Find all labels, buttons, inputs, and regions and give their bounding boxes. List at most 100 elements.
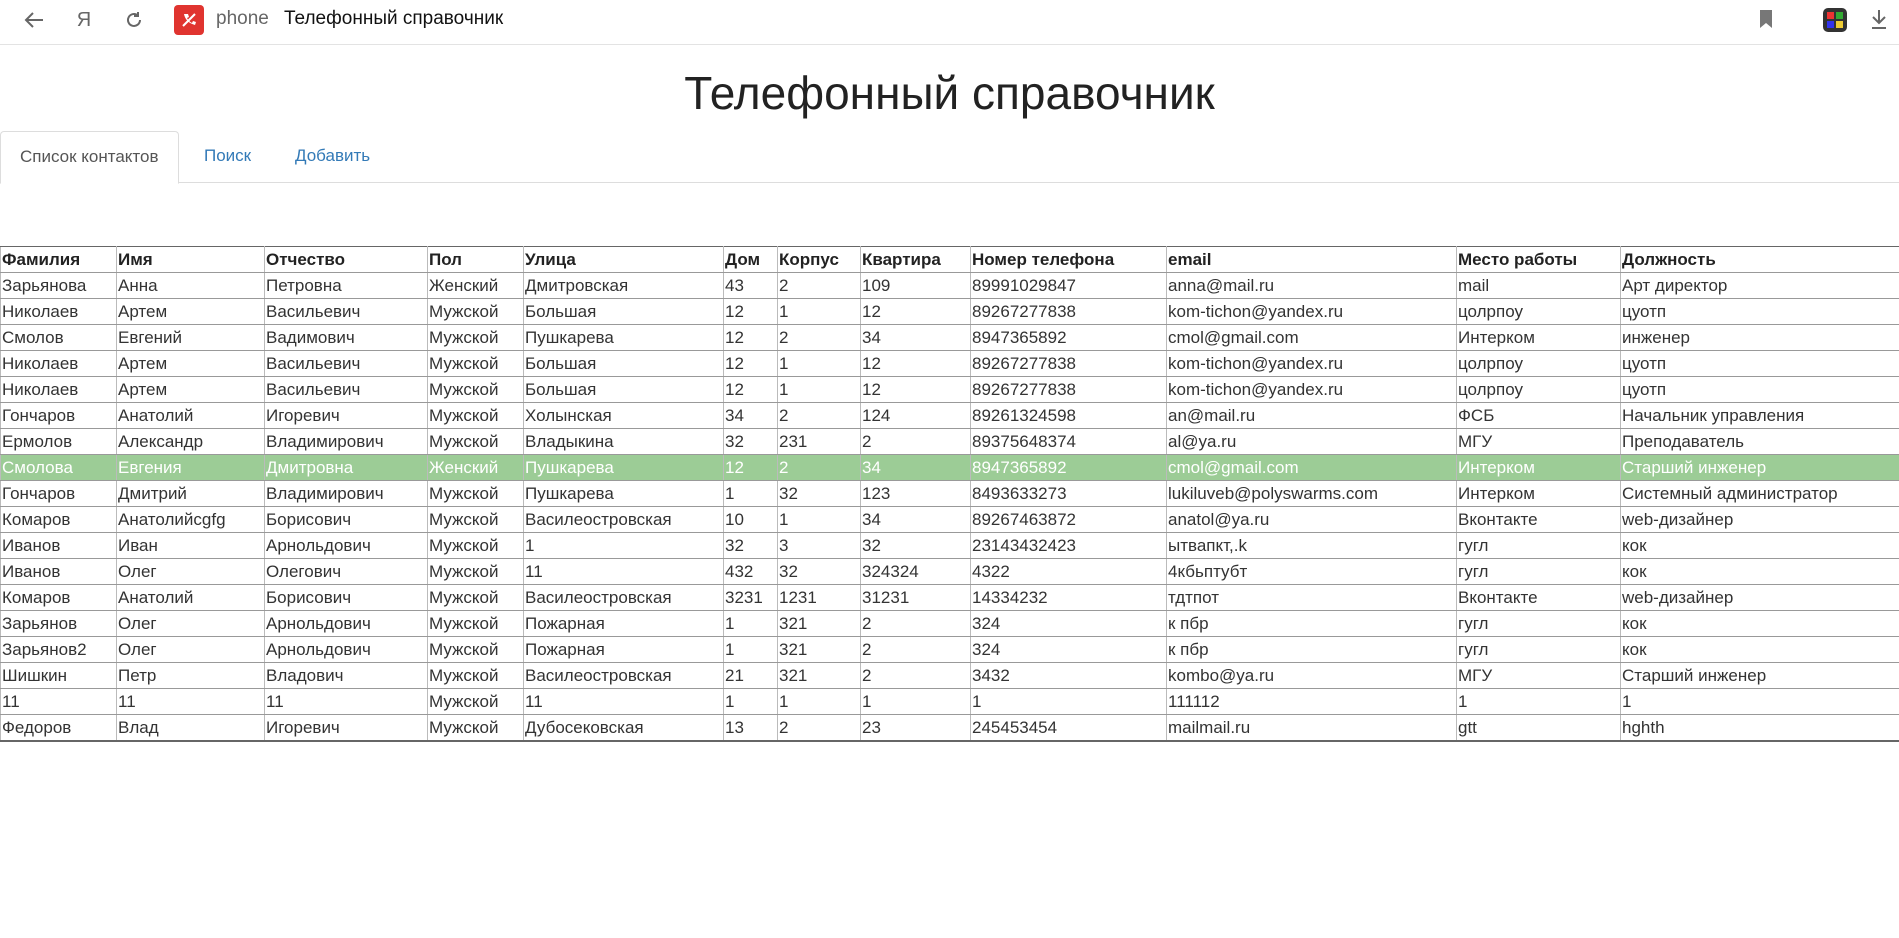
table-row[interactable]: Шишкин Петр Владович Мужской Василеостровска… xyxy=(0,662,1899,689)
table-row[interactable]: Смолова Евгения Дмитровна Женский Пушкарева 1… xyxy=(0,454,1899,481)
table-body: Зарьянова Анна Петровна Женский Дмитровская 4… xyxy=(0,272,1899,742)
cell-gender: Мужской xyxy=(427,506,524,533)
cell-gender: Мужской xyxy=(427,428,524,455)
cell-last-name: Иванов xyxy=(0,558,117,585)
cell-last-name: Шишкин xyxy=(0,662,117,689)
table-row[interactable]: Комаров Анатолий Борисович Мужской Василеост… xyxy=(0,584,1899,611)
cell-street: Пушкарева xyxy=(523,480,724,507)
tab-search[interactable]: Поиск xyxy=(185,131,270,183)
column-header-apartment: Квартира xyxy=(860,246,971,273)
table-row[interactable]: Зарьянов Олег Арнольдович Мужской Пожарная 1 3… xyxy=(0,610,1899,637)
yandex-logo-icon: Я xyxy=(76,8,92,31)
cell-email: anna@mail.ru xyxy=(1166,272,1457,299)
cell-patronymic: Васильевич xyxy=(264,298,428,325)
bookmark-icon[interactable] xyxy=(1758,9,1774,34)
cell-house: 12 xyxy=(723,298,778,325)
cell-gender: Мужской xyxy=(427,714,524,742)
cell-building: 1 xyxy=(777,506,861,533)
cell-email: mailmail.ru xyxy=(1166,714,1457,742)
cell-patronymic: Олегович xyxy=(264,558,428,585)
table-row[interactable]: Гончаров Анатолий Игоревич Мужской Холынская… xyxy=(0,402,1899,429)
table-row[interactable]: 11 11 11 Мужской 11 1 1 1 1 111112 1 1 xyxy=(0,688,1899,715)
cell-building: 1231 xyxy=(777,584,861,611)
cell-workplace: гугл xyxy=(1456,558,1621,585)
cell-building: 3 xyxy=(777,532,861,559)
cell-apartment: 31231 xyxy=(860,584,971,611)
table-row[interactable]: Николаев Артем Васильевич Мужской Большая 12 1… xyxy=(0,350,1899,377)
cell-position: инженер xyxy=(1620,324,1899,351)
cell-patronymic: 11 xyxy=(264,688,428,715)
cell-building: 1 xyxy=(777,376,861,403)
cell-email: тдтпот xyxy=(1166,584,1457,611)
cell-email: kom-tichon@yandex.ru xyxy=(1166,298,1457,325)
cell-apartment: 2 xyxy=(860,662,971,689)
cell-last-name: Федоров xyxy=(0,714,117,742)
back-button[interactable] xyxy=(14,0,54,40)
cell-apartment: 109 xyxy=(860,272,971,299)
cell-first-name: Александр xyxy=(116,428,265,455)
cell-phone: 89267463872 xyxy=(970,506,1167,533)
cell-last-name: Николаев xyxy=(0,350,117,377)
cell-house: 1 xyxy=(723,636,778,663)
cell-building: 2 xyxy=(777,324,861,351)
cell-patronymic: Игоревич xyxy=(264,402,428,429)
cell-house: 12 xyxy=(723,454,778,481)
cell-first-name: Анатолий xyxy=(116,584,265,611)
cell-gender: Мужской xyxy=(427,584,524,611)
table-row[interactable]: Смолов Евгений Вадимович Мужской Пушкарева 12… xyxy=(0,324,1899,351)
download-icon[interactable] xyxy=(1870,9,1888,34)
cell-apartment: 34 xyxy=(860,324,971,351)
cell-first-name: Иван xyxy=(116,532,265,559)
table-row[interactable]: Николаев Артем Васильевич Мужской Большая 12 1… xyxy=(0,298,1899,325)
cell-house: 34 xyxy=(723,402,778,429)
cell-street: 11 xyxy=(523,688,724,715)
table-row[interactable]: Ермолов Александр Владимирович Мужской Влады… xyxy=(0,428,1899,455)
cell-patronymic: Васильевич xyxy=(264,350,428,377)
table-row[interactable]: Зарьянов2 Олег Арнольдович Мужской Пожарная 1… xyxy=(0,636,1899,663)
cell-apartment: 32 xyxy=(860,532,971,559)
cell-house: 1 xyxy=(723,480,778,507)
contacts-table: Фамилия Имя Отчество Пол Улица Дом Корпус Кварт… xyxy=(0,246,1899,742)
cell-position: цуотп xyxy=(1620,350,1899,377)
cell-email: kom-tichon@yandex.ru xyxy=(1166,376,1457,403)
cell-email: lukiluveb@polyswarms.com xyxy=(1166,480,1457,507)
cell-apartment: 2 xyxy=(860,428,971,455)
cell-position: кок xyxy=(1620,636,1899,663)
cell-gender: Мужской xyxy=(427,610,524,637)
table-row[interactable]: Комаров Анатолийсgfg Борисович Мужской Васил… xyxy=(0,506,1899,533)
cell-first-name: Петр xyxy=(116,662,265,689)
table-row[interactable]: Зарьянова Анна Петровна Женский Дмитровская 4… xyxy=(0,272,1899,299)
cell-gender: Мужской xyxy=(427,402,524,429)
cell-street: Большая xyxy=(523,376,724,403)
cell-house: 32 xyxy=(723,532,778,559)
tab-contact-list[interactable]: Список контактов xyxy=(0,131,179,184)
cell-building: 231 xyxy=(777,428,861,455)
table-row[interactable]: Федоров Влад Игоревич Мужской Дубосековская 1… xyxy=(0,714,1899,742)
cell-workplace: 1 xyxy=(1456,688,1621,715)
cell-workplace: Вконтакте xyxy=(1456,584,1621,611)
table-row[interactable]: Гончаров Дмитрий Владимирович Мужской Пушкар… xyxy=(0,480,1899,507)
address-host: phone xyxy=(216,8,269,29)
cell-position: Преподаватель xyxy=(1620,428,1899,455)
extension-icon[interactable] xyxy=(1822,7,1848,38)
cell-gender: Мужской xyxy=(427,324,524,351)
reload-button[interactable] xyxy=(114,0,154,40)
yandex-button[interactable]: Я xyxy=(64,0,104,40)
table-row[interactable]: Николаев Артем Васильевич Мужской Большая 12 1… xyxy=(0,376,1899,403)
column-header-last-name: Фамилия xyxy=(0,246,117,273)
tab-add[interactable]: Добавить xyxy=(276,131,389,183)
cell-patronymic: Владович xyxy=(264,662,428,689)
cell-apartment: 1 xyxy=(860,688,971,715)
table-row[interactable]: Иванов Иван Арнольдович Мужской 1 32 3 32 231434… xyxy=(0,532,1899,559)
cell-last-name: Гончаров xyxy=(0,402,117,429)
cell-workplace: цолрпоу xyxy=(1456,376,1621,403)
cell-house: 32 xyxy=(723,428,778,455)
cell-house: 21 xyxy=(723,662,778,689)
cell-street: Пожарная xyxy=(523,610,724,637)
table-row[interactable]: Иванов Олег Олегович Мужской 11 432 32 324324 43… xyxy=(0,558,1899,585)
cell-position: кок xyxy=(1620,610,1899,637)
cell-first-name: Дмитрий xyxy=(116,480,265,507)
cell-house: 12 xyxy=(723,376,778,403)
cell-gender: Мужской xyxy=(427,662,524,689)
cell-first-name: Артем xyxy=(116,350,265,377)
